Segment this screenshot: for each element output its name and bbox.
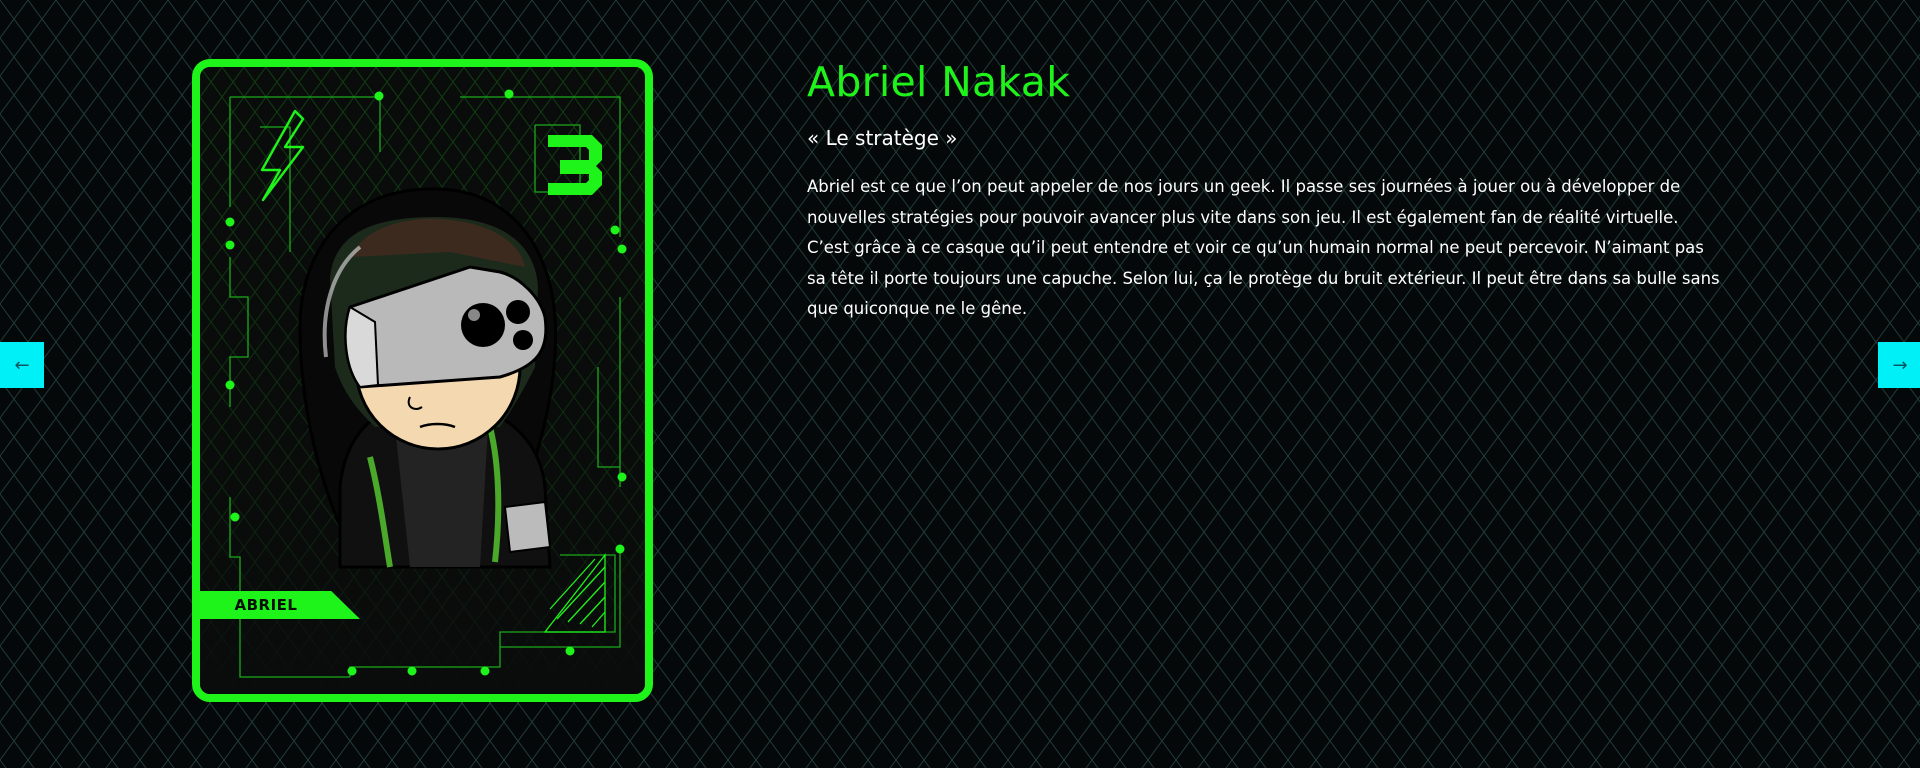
arrow-left-icon: ←: [14, 354, 30, 376]
character-name: Abriel Nakak: [807, 58, 1071, 106]
character-info: Abriel Nakak « Le stratège » Abriel est …: [807, 58, 1727, 325]
character-card: ABRIEL: [192, 59, 653, 702]
character-portrait: [298, 187, 558, 569]
next-button[interactable]: →: [1878, 342, 1920, 388]
character-nickname: « Le stratège »: [807, 126, 958, 150]
arrow-right-icon: →: [1892, 354, 1908, 376]
previous-button[interactable]: ←: [0, 342, 44, 388]
character-description: Abriel est ce que l’on peut appeler de n…: [807, 177, 1720, 318]
